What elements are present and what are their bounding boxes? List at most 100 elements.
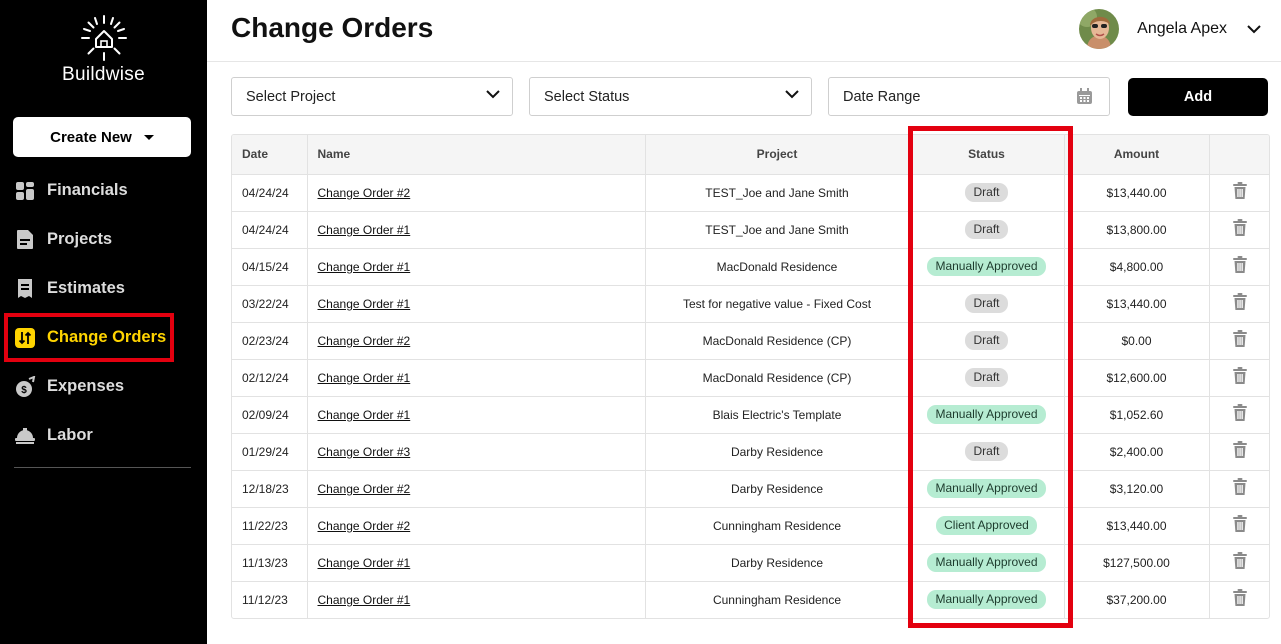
column-header-date[interactable]: Date [232,135,308,175]
cell-project: Darby Residence [645,470,910,508]
cell-date: 04/15/24 [232,248,308,286]
user-name: Angela Apex [1137,20,1227,37]
column-header-status[interactable]: Status [909,135,1065,175]
cell-actions [1209,285,1269,323]
change-order-link[interactable]: Change Order #1 [318,408,411,422]
change-order-link[interactable]: Change Order #1 [318,556,411,570]
change-order-link[interactable]: Change Order #1 [318,593,411,607]
change-order-link[interactable]: Change Order #2 [318,186,411,200]
trash-icon[interactable] [1232,478,1248,499]
trash-icon[interactable] [1232,256,1248,277]
chevron-down-icon [486,90,500,99]
cell-actions [1209,322,1269,360]
avatar [1079,9,1120,49]
status-badge: Draft [965,183,1008,202]
status-badge: Client Approved [936,516,1037,535]
trash-icon[interactable] [1232,367,1248,388]
trash-icon[interactable] [1232,404,1248,425]
cell-project: Cunningham Residence [645,581,910,618]
cell-date: 11/22/23 [232,507,308,545]
trash-icon[interactable] [1232,330,1248,351]
sidebar-item-labor[interactable]: Labor [0,411,207,460]
cell-project: TEST_Joe and Jane Smith [645,174,910,212]
cell-actions [1209,544,1269,582]
cell-amount: $0.00 [1064,322,1210,360]
select-project-dropdown[interactable]: Select Project [231,77,513,116]
change-order-link[interactable]: Change Order #1 [318,223,411,237]
cell-amount: $127,500.00 [1064,544,1210,582]
cell-name: Change Order #1 [307,544,646,582]
sidebar-item-label: Financials [47,181,128,199]
cell-actions [1209,359,1269,397]
page-header: Change Orders Angela Apex [207,0,1281,62]
cell-date: 02/23/24 [232,322,308,360]
trash-icon[interactable] [1232,552,1248,573]
cell-amount: $13,440.00 [1064,507,1210,545]
cell-date: 04/24/24 [232,211,308,249]
change-orders-table: Date Name Project Status Amount 04/24/24… [231,134,1270,619]
sidebar-item-estimates[interactable]: Estimates [0,264,207,313]
trash-icon[interactable] [1232,293,1248,314]
cell-date: 04/24/24 [232,174,308,212]
trash-icon[interactable] [1232,182,1248,203]
cell-date: 11/12/23 [232,581,308,618]
grid-icon [14,180,36,202]
table-row: 04/24/24 Change Order #2 TEST_Joe and Jane… [232,174,1269,212]
change-order-link[interactable]: Change Order #2 [318,334,411,348]
estimate-icon [14,278,36,300]
cell-name: Change Order #1 [307,359,646,397]
sidebar-item-projects[interactable]: Projects [0,215,207,264]
change-order-link[interactable]: Change Order #1 [318,371,411,385]
brand-logo[interactable]: Buildwise [0,14,207,90]
table-header-row: Date Name Project Status Amount [232,135,1269,175]
table-row: 03/22/24 Change Order #1 Test for negative… [232,285,1269,323]
cell-project: Darby Residence [645,544,910,582]
trash-icon[interactable] [1232,441,1248,462]
sidebar-item-label: Labor [47,426,93,444]
trash-icon[interactable] [1232,219,1248,240]
cell-date: 02/12/24 [232,359,308,397]
table-row: 11/22/23 Change Order #2 Cunningham Reside… [232,507,1269,545]
change-order-link[interactable]: Change Order #1 [318,297,411,311]
cell-status: Draft [909,285,1065,323]
cell-name: Change Order #1 [307,248,646,286]
cell-amount: $4,800.00 [1064,248,1210,286]
status-badge: Draft [965,220,1008,239]
change-order-link[interactable]: Change Order #2 [318,519,411,533]
cell-name: Change Order #2 [307,507,646,545]
column-header-project[interactable]: Project [645,135,910,175]
trash-icon[interactable] [1232,589,1248,610]
add-button[interactable]: Add [1128,78,1268,116]
cell-project: Darby Residence [645,433,910,471]
table-row: 04/24/24 Change Order #1 TEST_Joe and Jane… [232,211,1269,249]
change-order-link[interactable]: Change Order #3 [318,445,411,459]
column-header-name[interactable]: Name [307,135,646,175]
status-badge: Draft [965,331,1008,350]
table-row: 11/12/23 Change Order #1 Cunningham Reside… [232,581,1269,618]
cell-status: Manually Approved [909,581,1065,618]
cell-date: 02/09/24 [232,396,308,434]
cell-amount: $2,400.00 [1064,433,1210,471]
cell-amount: $1,052.60 [1064,396,1210,434]
date-range-input[interactable]: Date Range [828,77,1110,116]
cell-status: Manually Approved [909,544,1065,582]
select-status-label: Select Status [544,88,630,105]
cell-name: Change Order #3 [307,433,646,471]
cell-status: Draft [909,433,1065,471]
sidebar-item-expenses[interactable]: $ Expenses [0,362,207,411]
change-order-link[interactable]: Change Order #1 [318,260,411,274]
sidebar-item-financials[interactable]: Financials [0,166,207,215]
trash-icon[interactable] [1232,515,1248,536]
select-status-dropdown[interactable]: Select Status [529,77,812,116]
table-body: 04/24/24 Change Order #2 TEST_Joe and Jane… [232,174,1269,618]
cell-name: Change Order #2 [307,470,646,508]
user-menu[interactable]: Angela Apex [1079,9,1261,49]
cell-name: Change Order #1 [307,285,646,323]
cell-status: Manually Approved [909,396,1065,434]
status-badge: Manually Approved [927,553,1046,572]
status-badge: Manually Approved [927,257,1046,276]
change-order-link[interactable]: Change Order #2 [318,482,411,496]
column-header-amount[interactable]: Amount [1064,135,1210,175]
table-row: 12/18/23 Change Order #2 Darby Residence Ma… [232,470,1269,508]
create-new-button[interactable]: Create New [13,117,191,157]
